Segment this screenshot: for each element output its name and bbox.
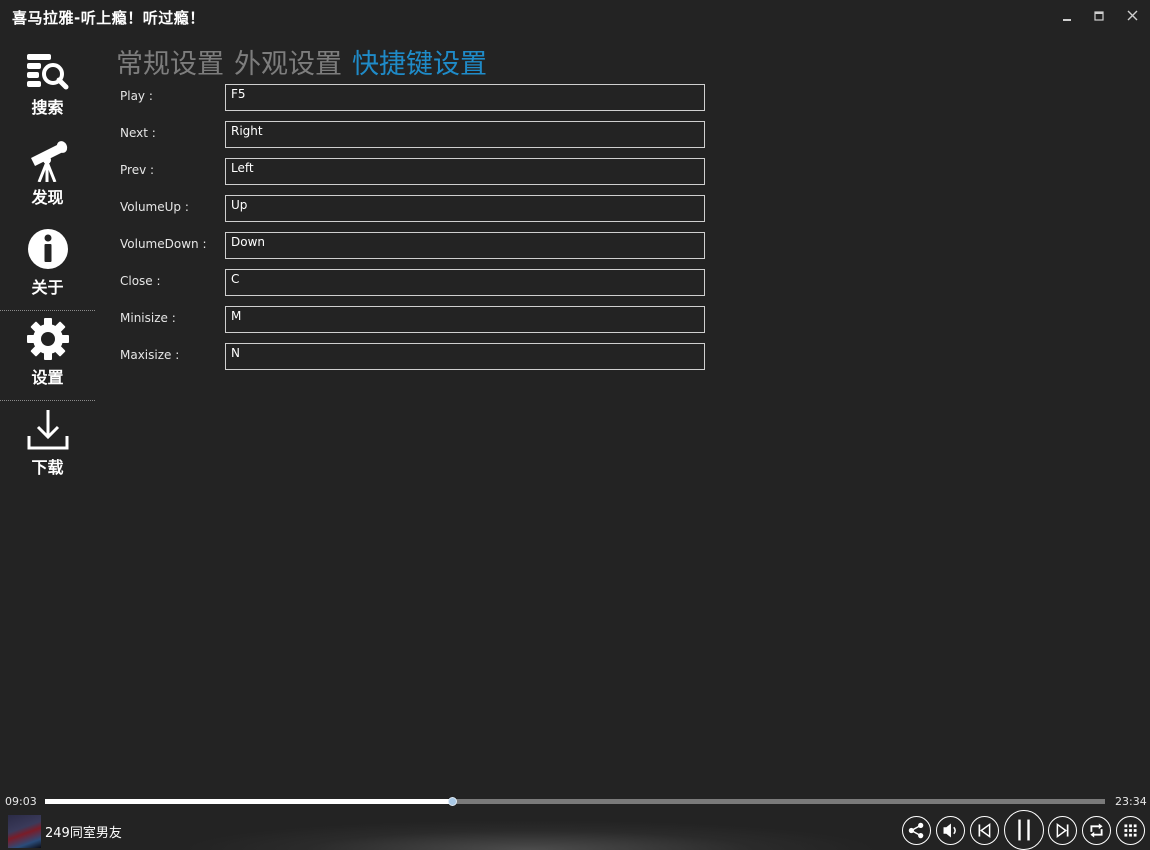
shortcut-input-prev[interactable] xyxy=(225,158,705,185)
shortcut-label: VolumeDown : xyxy=(120,237,207,251)
sidebar-item-label: 下载 xyxy=(31,458,64,477)
repeat-icon xyxy=(1090,823,1103,838)
pause-icon xyxy=(1018,819,1030,841)
telescope-icon xyxy=(31,141,68,182)
shortcut-input-next[interactable] xyxy=(225,121,705,148)
download-icon xyxy=(27,410,69,450)
minimize-button[interactable] xyxy=(1056,6,1078,26)
sidebar-item-label: 搜索 xyxy=(31,98,64,117)
playlist-button[interactable] xyxy=(1116,816,1145,845)
sidebar-item-label: 设置 xyxy=(31,368,64,387)
shortcut-input-maxisize[interactable] xyxy=(225,343,705,370)
sidebar-item-about[interactable]: 关于 xyxy=(0,220,95,310)
tab-appearance[interactable]: 外观设置 xyxy=(234,42,342,81)
sidebar-item-search[interactable]: 搜索 xyxy=(0,40,95,130)
shortcut-label: VolumeUp : xyxy=(120,200,189,214)
pause-button[interactable] xyxy=(1004,810,1044,850)
sidebar-item-settings[interactable]: 设置 xyxy=(0,310,95,400)
tab-shortcuts[interactable]: 快捷键设置 xyxy=(352,42,487,81)
previous-button[interactable] xyxy=(970,816,999,845)
next-button[interactable] xyxy=(1048,816,1077,845)
shortcut-label: Play : xyxy=(120,89,153,103)
sidebar-item-download[interactable]: 下载 xyxy=(0,400,95,490)
repeat-button[interactable] xyxy=(1082,816,1111,845)
shortcut-input-close[interactable] xyxy=(225,269,705,296)
shortcut-input-volume-up[interactable] xyxy=(225,195,705,222)
previous-icon xyxy=(978,822,991,839)
share-icon xyxy=(908,822,924,839)
window-title: 喜马拉雅-听上瘾！听过瘾！ xyxy=(12,9,205,27)
sidebar-item-label: 关于 xyxy=(31,278,64,297)
shortcut-input-volume-down[interactable] xyxy=(225,232,705,259)
track-title: 249同室男友 xyxy=(45,826,122,841)
shortcut-input-play[interactable] xyxy=(225,84,705,111)
total-time: 23:34 xyxy=(1115,795,1147,808)
share-button[interactable] xyxy=(902,816,931,845)
shortcut-label: Close : xyxy=(120,274,161,288)
maximize-icon xyxy=(1094,11,1104,21)
sidebar-item-label: 发现 xyxy=(31,188,64,207)
shortcut-label: Prev : xyxy=(120,163,155,177)
volume-icon xyxy=(943,823,956,838)
gear-icon xyxy=(27,318,69,360)
track-cover[interactable] xyxy=(8,815,41,848)
shortcut-label: Minisize : xyxy=(120,311,176,325)
shortcut-input-minisize[interactable] xyxy=(225,306,705,333)
waveform-decoration xyxy=(180,820,880,850)
title-bar: 喜马拉雅-听上瘾！听过瘾！ xyxy=(0,0,1150,34)
progress-bar[interactable] xyxy=(45,797,1105,806)
next-icon xyxy=(1056,822,1069,839)
search-icon xyxy=(27,54,69,90)
tab-general[interactable]: 常规设置 xyxy=(116,42,224,81)
playlist-icon xyxy=(1124,824,1137,837)
sidebar-item-discover[interactable]: 发现 xyxy=(0,130,95,220)
progress-fill xyxy=(45,799,453,804)
settings-tabs: 常规设置 外观设置 快捷键设置 xyxy=(116,42,497,82)
shortcut-label: Next : xyxy=(120,126,156,140)
volume-button[interactable] xyxy=(936,816,965,845)
info-icon xyxy=(28,229,68,269)
maximize-button[interactable] xyxy=(1088,6,1110,26)
shortcut-label: Maxisize : xyxy=(120,348,180,362)
close-button[interactable] xyxy=(1122,6,1144,26)
minimize-icon xyxy=(1063,19,1071,21)
current-time: 09:03 xyxy=(5,795,37,808)
progress-handle[interactable] xyxy=(448,797,458,806)
close-icon xyxy=(1127,10,1138,21)
